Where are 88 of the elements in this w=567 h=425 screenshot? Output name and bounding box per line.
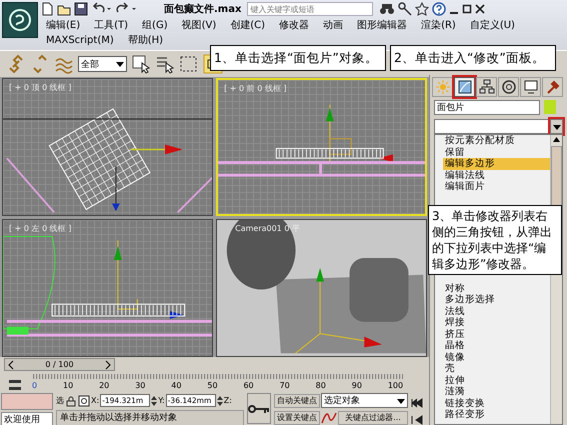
menu-item[interactable]: 编辑(E) — [46, 18, 80, 33]
menu-item[interactable]: 图形编辑器 — [357, 18, 408, 33]
frame-navigator[interactable]: 0 / 100 — [4, 358, 115, 371]
menu-item[interactable]: 自定义(U) — [470, 18, 515, 33]
window-title: 面包癫文件.max — [164, 2, 242, 16]
object-color-swatch[interactable] — [544, 100, 556, 114]
key-filters-button[interactable]: 关键点过滤器... — [338, 410, 408, 424]
go-to-start-icon[interactable] — [411, 398, 423, 408]
coordinate-label: X: — [91, 396, 100, 405]
logo-icon[interactable] — [8, 8, 32, 32]
binoculars-icon[interactable] — [379, 2, 396, 16]
modifier-list-item[interactable]: 晶格 — [445, 340, 550, 352]
menu-item[interactable]: 视图(V) — [182, 18, 216, 33]
tick-label: 100 — [388, 381, 404, 391]
close-icon[interactable] — [475, 2, 486, 16]
tick-label: 40 — [171, 381, 182, 391]
set-key-button[interactable] — [247, 393, 271, 424]
modifier-list-item[interactable]: 路径变形 — [445, 409, 550, 420]
frame-counter: 0 / 100 — [45, 360, 74, 369]
tick-label: 90 — [352, 381, 362, 391]
next-icon[interactable] — [104, 360, 112, 370]
modifier-list-item[interactable]: 按元素分配材质 — [445, 135, 550, 146]
previous-frame-icon[interactable] — [411, 414, 423, 424]
coordinate-label: Z: — [224, 396, 232, 405]
selection-filter-dropdown[interactable]: 全部 — [78, 56, 127, 72]
tick-label: 60 — [243, 381, 254, 391]
modifier-list-item[interactable]: 法线 — [445, 306, 550, 317]
star-icon[interactable] — [415, 2, 430, 16]
modifier-list-item[interactable]: 多边形选择 — [445, 294, 550, 306]
maximize-icon[interactable] — [462, 2, 472, 16]
key-mode-dropdown[interactable]: 选定对象 — [321, 393, 408, 408]
dropdown-arrow-button[interactable] — [550, 119, 563, 134]
auto-key-button[interactable]: 自动关键点 — [274, 394, 320, 408]
modifier-list-item[interactable]: 拉伸 — [445, 374, 550, 386]
instruction-tooltip: 1、单击选择“面包片”对象。 — [210, 45, 386, 71]
selection-label: 选 — [56, 395, 64, 406]
menu-item[interactable]: 创建(C) — [230, 18, 266, 33]
tick-label: 80 — [316, 381, 326, 391]
tick-label: 50 — [207, 381, 218, 391]
modifier-list-item[interactable]: 壳 — [445, 363, 550, 374]
modifier-list-item[interactable]: 焊接 — [445, 317, 550, 328]
menu-item[interactable]: 组(G) — [142, 18, 168, 33]
welcome-text: 欢迎使用 — [1, 412, 53, 425]
transform-mode-icon[interactable] — [78, 394, 90, 406]
menu-item[interactable]: 工具(T) — [94, 18, 128, 33]
select-object-icon[interactable] — [131, 54, 151, 74]
curve-editor-icon[interactable] — [8, 379, 22, 391]
instruction-tooltip: 3、单击修改器列表右侧的三角按钮，从弹出的下拉列表中选择“编辑多边形”修改器。 — [428, 205, 562, 275]
tick-label: 10 — [63, 381, 74, 391]
menu-item[interactable]: 修改器 — [279, 18, 310, 33]
menu-item[interactable]: MAXScript(M) — [46, 33, 114, 48]
region-select-icon[interactable] — [179, 54, 199, 74]
tick-label: 70 — [280, 381, 290, 391]
new-file-icon[interactable] — [40, 2, 54, 16]
caret-icon[interactable] — [115, 59, 125, 69]
modifier-list-item[interactable]: 镜像 — [445, 352, 550, 363]
modifier-list-item[interactable]: 对称 — [445, 282, 550, 294]
gizmo-drawing — [112, 144, 183, 212]
menu-item[interactable]: 动画 — [323, 18, 344, 33]
modifier-list-item[interactable]: 挤压 — [445, 328, 550, 340]
modifier-list-item[interactable]: 编辑多边形 — [443, 158, 550, 170]
help-icon[interactable] — [432, 2, 446, 16]
instruction-tooltip: 2、单击进入“修改”面板。 — [390, 45, 556, 71]
cube-drawing — [350, 258, 409, 322]
modifier-list-item[interactable]: 编辑面片 — [445, 181, 550, 192]
set-key-text-button[interactable]: 设置关键点 — [274, 410, 320, 424]
modifier-list-item[interactable]: 保留 — [445, 146, 550, 158]
timeline-ruler[interactable]: 0 10 20 30 40 50 60 70 80 90 100 — [32, 374, 404, 391]
tick-label: 0 — [32, 381, 38, 391]
prompt-text: 单击并拖动以选择并移动对象 — [56, 410, 244, 425]
object-name-field[interactable]: 面包片 — [434, 100, 540, 115]
modifier-list-item[interactable]: 链接变换 — [445, 398, 550, 409]
caret-icon[interactable] — [552, 122, 560, 130]
tick-label: 30 — [135, 381, 146, 391]
menu-item[interactable]: 渲染(R) — [421, 18, 456, 33]
coordinate-label: Y: — [158, 396, 165, 405]
box-wireframe-drawing — [329, 138, 352, 155]
save-icon[interactable] — [74, 2, 88, 16]
search-field[interactable]: 键入关键字或短语 — [247, 2, 374, 16]
menu-item[interactable]: 帮助(H) — [128, 33, 164, 48]
tick-label: 20 — [99, 381, 110, 391]
key-tangent-icon[interactable] — [321, 410, 337, 424]
previous-icon[interactable] — [7, 360, 15, 370]
modifier-list-item[interactable]: 涟漪 — [445, 386, 550, 398]
lock-icon[interactable] — [65, 394, 77, 406]
app-logo[interactable] — [2, 2, 38, 38]
modifier-list-item[interactable]: 编辑法线 — [445, 170, 550, 181]
modifier-list-field[interactable] — [434, 119, 550, 134]
